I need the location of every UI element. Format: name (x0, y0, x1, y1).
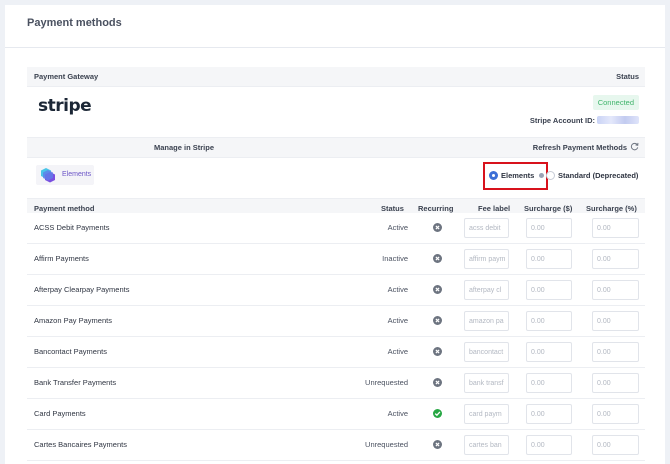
payment-method-status: Active (387, 223, 408, 232)
status-badge: Connected (592, 95, 639, 110)
fee-label-input[interactable]: amazon pa (464, 311, 509, 331)
table-row: Amazon Pay Payments Active amazon pa 0.00 0.… (27, 306, 645, 337)
elements-badge: Elements (36, 165, 94, 185)
integration-selector: Elements Elements Standard (Deprecated) (27, 158, 645, 198)
col-status: Status (381, 204, 404, 213)
manage-in-stripe-link[interactable]: Manage in Stripe (154, 143, 214, 152)
col-payment-method: Payment method (34, 204, 95, 213)
status-header-label: Status (616, 72, 639, 81)
payment-method-status: Active (387, 347, 408, 356)
recurring-x-icon (433, 223, 442, 232)
surcharge-percent-input[interactable]: 0.00 (592, 280, 639, 300)
surcharge-fixed-input[interactable]: 0.00 (526, 249, 572, 269)
gateway-header: Payment Gateway Status (27, 67, 645, 87)
fee-label-input[interactable]: afterpay cl (464, 280, 509, 300)
fee-label-input[interactable]: cartes ban (464, 435, 509, 455)
gateway-header-label: Payment Gateway (34, 72, 99, 81)
fee-label-input[interactable]: acss debit (464, 218, 509, 238)
payment-method-name: Cartes Bancaires Payments (34, 440, 127, 449)
elements-radio[interactable] (489, 171, 498, 180)
recurring-x-icon (433, 254, 442, 263)
table-row: Card Payments Active card paym 0.00 0.00 (27, 399, 645, 430)
recurring-check-icon (433, 409, 442, 418)
payment-method-status: Unrequested (365, 378, 408, 387)
table-row: Bank Transfer Payments Unrequested bank tr… (27, 368, 645, 399)
standard-radio-label[interactable]: Standard (Deprecated) (558, 171, 638, 180)
recurring-x-icon (433, 378, 442, 387)
payment-methods-card: Payment methods Payment Gateway Status s… (5, 5, 665, 464)
gateway-body: stripe Connected Stripe Account ID: (27, 87, 645, 137)
payment-method-name: ACSS Debit Payments (34, 223, 110, 232)
surcharge-fixed-input[interactable]: 0.00 (526, 280, 572, 300)
payment-method-status: Active (387, 316, 408, 325)
info-icon[interactable] (539, 173, 544, 178)
surcharge-fixed-input[interactable]: 0.00 (526, 342, 572, 362)
payment-method-status: Active (387, 285, 408, 294)
recurring-x-icon (433, 316, 442, 325)
page-title: Payment methods (27, 17, 122, 29)
payment-method-status: Unrequested (365, 440, 408, 449)
surcharge-fixed-input[interactable]: 0.00 (526, 373, 572, 393)
col-surcharge-pct: Surcharge (%) (586, 204, 637, 213)
payment-method-name: Amazon Pay Payments (34, 316, 112, 325)
payment-method-status: Inactive (382, 254, 408, 263)
surcharge-percent-input[interactable]: 0.00 (592, 311, 639, 331)
refresh-payment-methods-link[interactable]: Refresh Payment Methods (533, 143, 627, 152)
payment-method-name: Bank Transfer Payments (34, 378, 117, 387)
fee-label-input[interactable]: bancontact (464, 342, 509, 362)
fee-label-input[interactable]: card paym (464, 404, 509, 424)
fee-label-input[interactable]: bank transf (464, 373, 509, 393)
stripe-account-id-redacted (597, 116, 639, 124)
surcharge-percent-input[interactable]: 0.00 (592, 218, 639, 238)
col-fee-label: Fee label (478, 204, 511, 213)
refresh-icon[interactable] (630, 142, 639, 151)
table-row: ACSS Debit Payments Active acss debit 0.00 0… (27, 213, 645, 244)
payment-method-name: Bancontact Payments (34, 347, 107, 356)
surcharge-percent-input[interactable]: 0.00 (592, 404, 639, 424)
col-recurring: Recurring (418, 204, 454, 213)
surcharge-percent-input[interactable]: 0.00 (592, 342, 639, 362)
table-row: Affirm Payments Inactive affirm paym 0.00 0.… (27, 244, 645, 275)
stripe-logo: stripe (38, 96, 92, 116)
surcharge-percent-input[interactable]: 0.00 (592, 435, 639, 455)
surcharge-fixed-input[interactable]: 0.00 (526, 218, 572, 238)
recurring-x-icon (433, 347, 442, 356)
surcharge-fixed-input[interactable]: 0.00 (526, 435, 572, 455)
manage-header: Manage in Stripe Refresh Payment Methods (27, 137, 645, 158)
table-row: Afterpay Clearpay Payments Active afterpay… (27, 275, 645, 306)
elements-cube-icon (41, 168, 55, 183)
surcharge-fixed-input[interactable]: 0.00 (526, 404, 572, 424)
standard-radio[interactable] (546, 171, 555, 180)
payment-method-name: Afterpay Clearpay Payments (34, 285, 130, 294)
fee-label-input[interactable]: affirm paym (464, 249, 509, 269)
recurring-x-icon (433, 285, 442, 294)
col-surcharge-fixed: Surcharge ($) (524, 204, 573, 213)
surcharge-percent-input[interactable]: 0.00 (592, 249, 639, 269)
recurring-x-icon (433, 440, 442, 449)
title-divider (5, 47, 665, 48)
table-row: Bancontact Payments Active bancontact 0.00 0… (27, 337, 645, 368)
surcharge-percent-input[interactable]: 0.00 (592, 373, 639, 393)
table-row: Cartes Bancaires Payments Unrequested cart… (27, 430, 645, 461)
surcharge-fixed-input[interactable]: 0.00 (526, 311, 572, 331)
payment-method-name: Card Payments (34, 409, 86, 418)
elements-badge-label: Elements (62, 171, 92, 178)
payment-method-name: Affirm Payments (34, 254, 89, 263)
payment-method-status: Active (387, 409, 408, 418)
elements-radio-label[interactable]: Elements (501, 171, 534, 180)
stripe-account-label: Stripe Account ID: (529, 116, 595, 125)
